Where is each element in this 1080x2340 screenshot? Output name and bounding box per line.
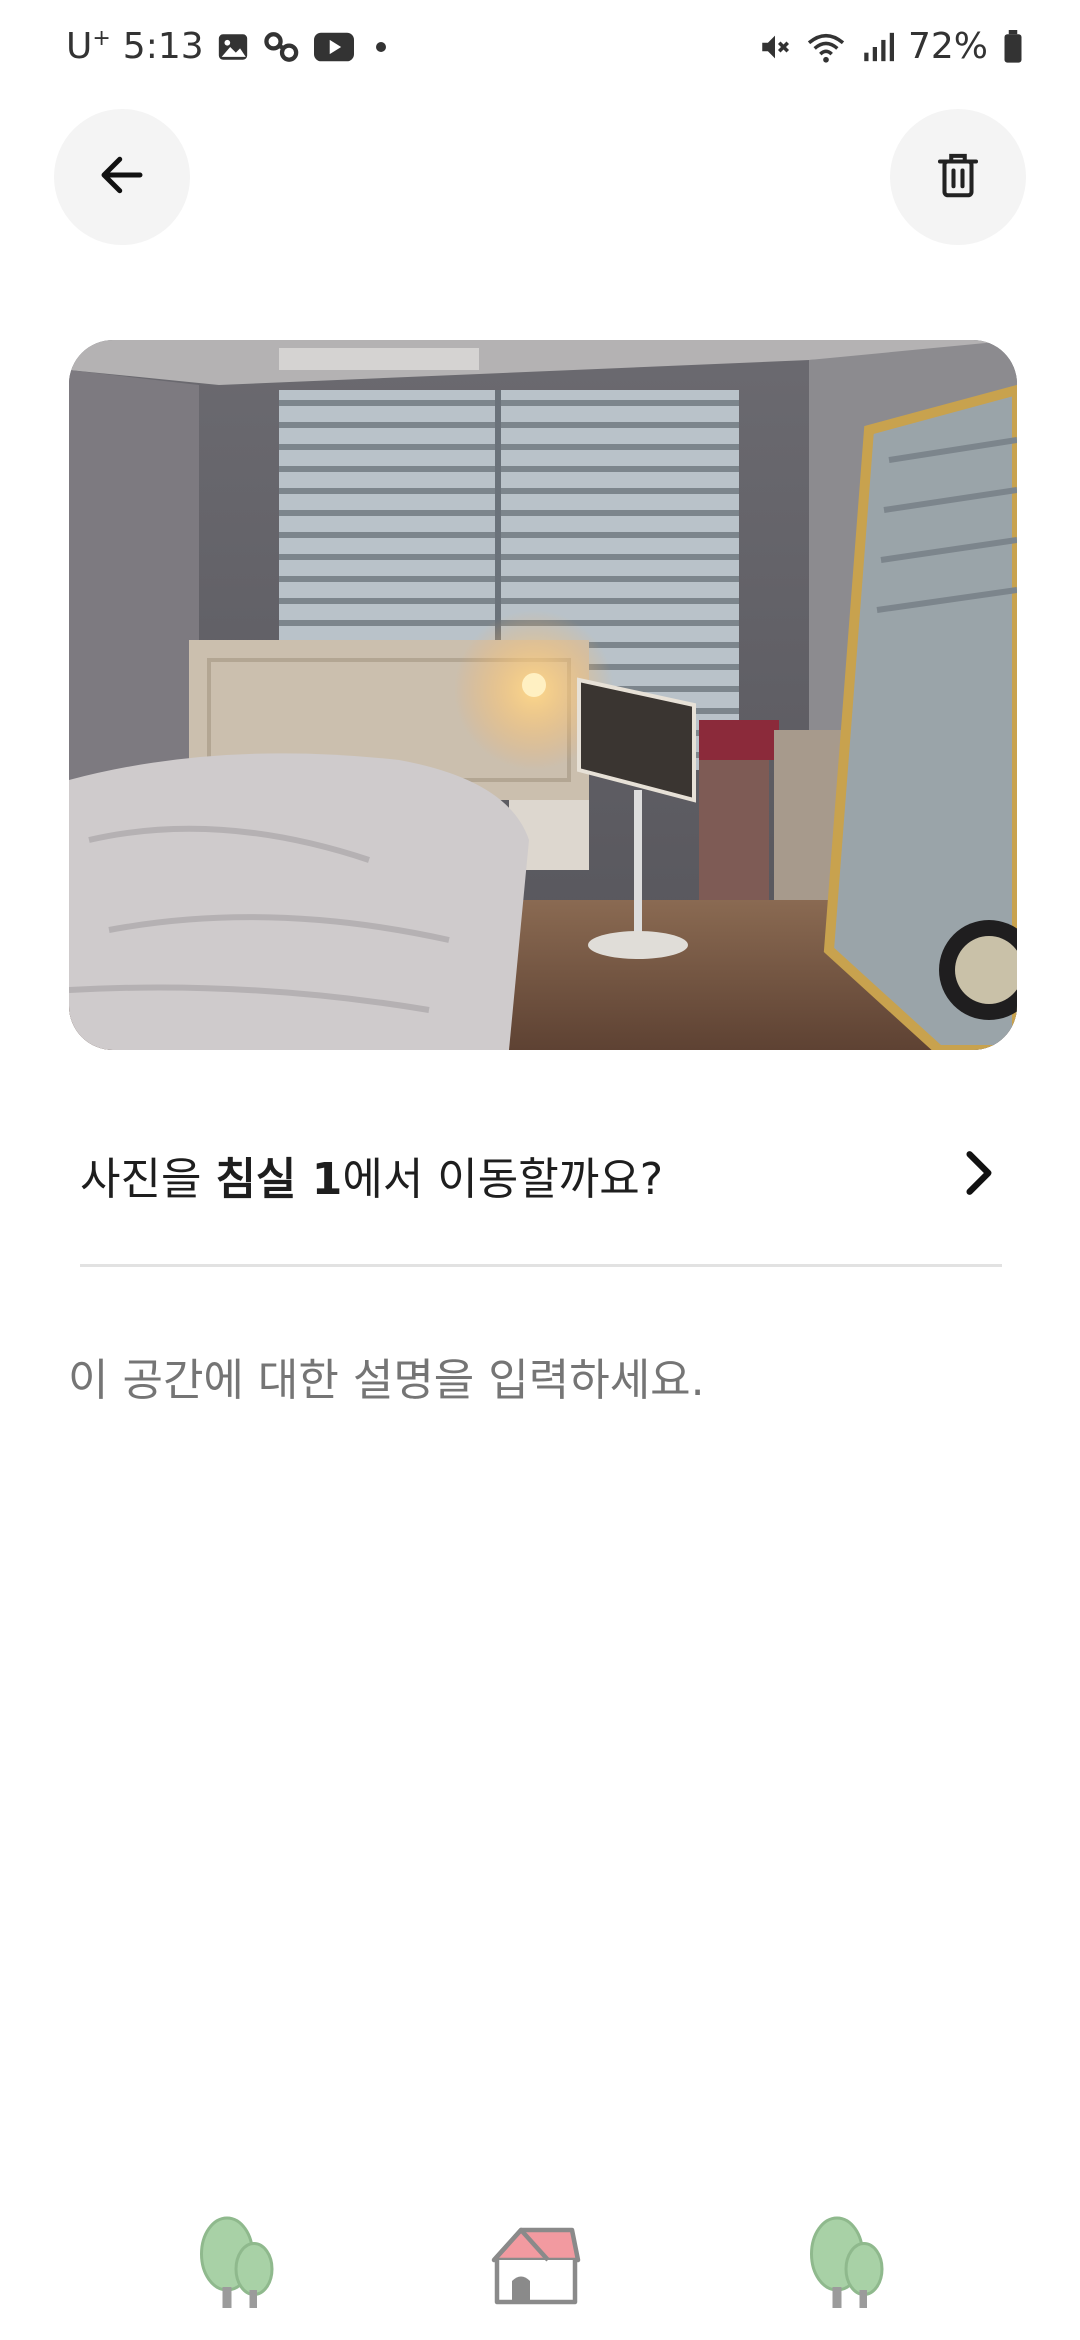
nav-home[interactable] xyxy=(486,2210,586,2320)
description-input[interactable] xyxy=(68,1340,1008,1420)
carrier: U+ xyxy=(66,26,111,67)
move-photo-row[interactable]: 사진을 침실 1에서 이동할까요? xyxy=(80,1120,1000,1230)
dot-icon xyxy=(366,37,396,57)
gallery-icon xyxy=(216,30,250,64)
signal-icon xyxy=(860,30,894,64)
status-left: U+ 5:13 xyxy=(66,26,396,67)
trash-icon xyxy=(931,148,985,206)
house-icon xyxy=(488,2218,584,2312)
clock: 5:13 xyxy=(122,26,204,67)
bedroom-photo[interactable] xyxy=(69,340,1017,1050)
bottom-nav xyxy=(0,2200,1080,2340)
wifi-icon xyxy=(806,30,846,64)
link-icon xyxy=(262,30,302,64)
tree-icon xyxy=(801,2215,891,2315)
move-prompt-text: 사진을 침실 1에서 이동할까요? xyxy=(80,1154,664,1205)
youtube-icon xyxy=(313,32,354,62)
delete-button[interactable] xyxy=(890,109,1026,245)
chevron-right-icon xyxy=(960,1148,1000,1202)
mute-icon xyxy=(758,30,792,64)
battery-icon xyxy=(1002,29,1024,64)
battery-percent: 72% xyxy=(907,26,988,67)
tree-icon xyxy=(191,2215,281,2315)
arrow-left-icon xyxy=(95,148,149,206)
back-button[interactable] xyxy=(54,109,190,245)
status-bar: U+ 5:13 72% xyxy=(0,0,1080,100)
nav-tree-right[interactable] xyxy=(796,2210,896,2320)
status-right: 72% xyxy=(758,26,1024,67)
room-name: 침실 1 xyxy=(215,1154,343,1205)
screen: U+ 5:13 72% 사진을 침실 1에서 이동할까요? 이 공간에 대한 설… xyxy=(0,0,1080,2340)
nav-tree-left[interactable] xyxy=(186,2210,286,2320)
divider xyxy=(80,1264,1002,1267)
